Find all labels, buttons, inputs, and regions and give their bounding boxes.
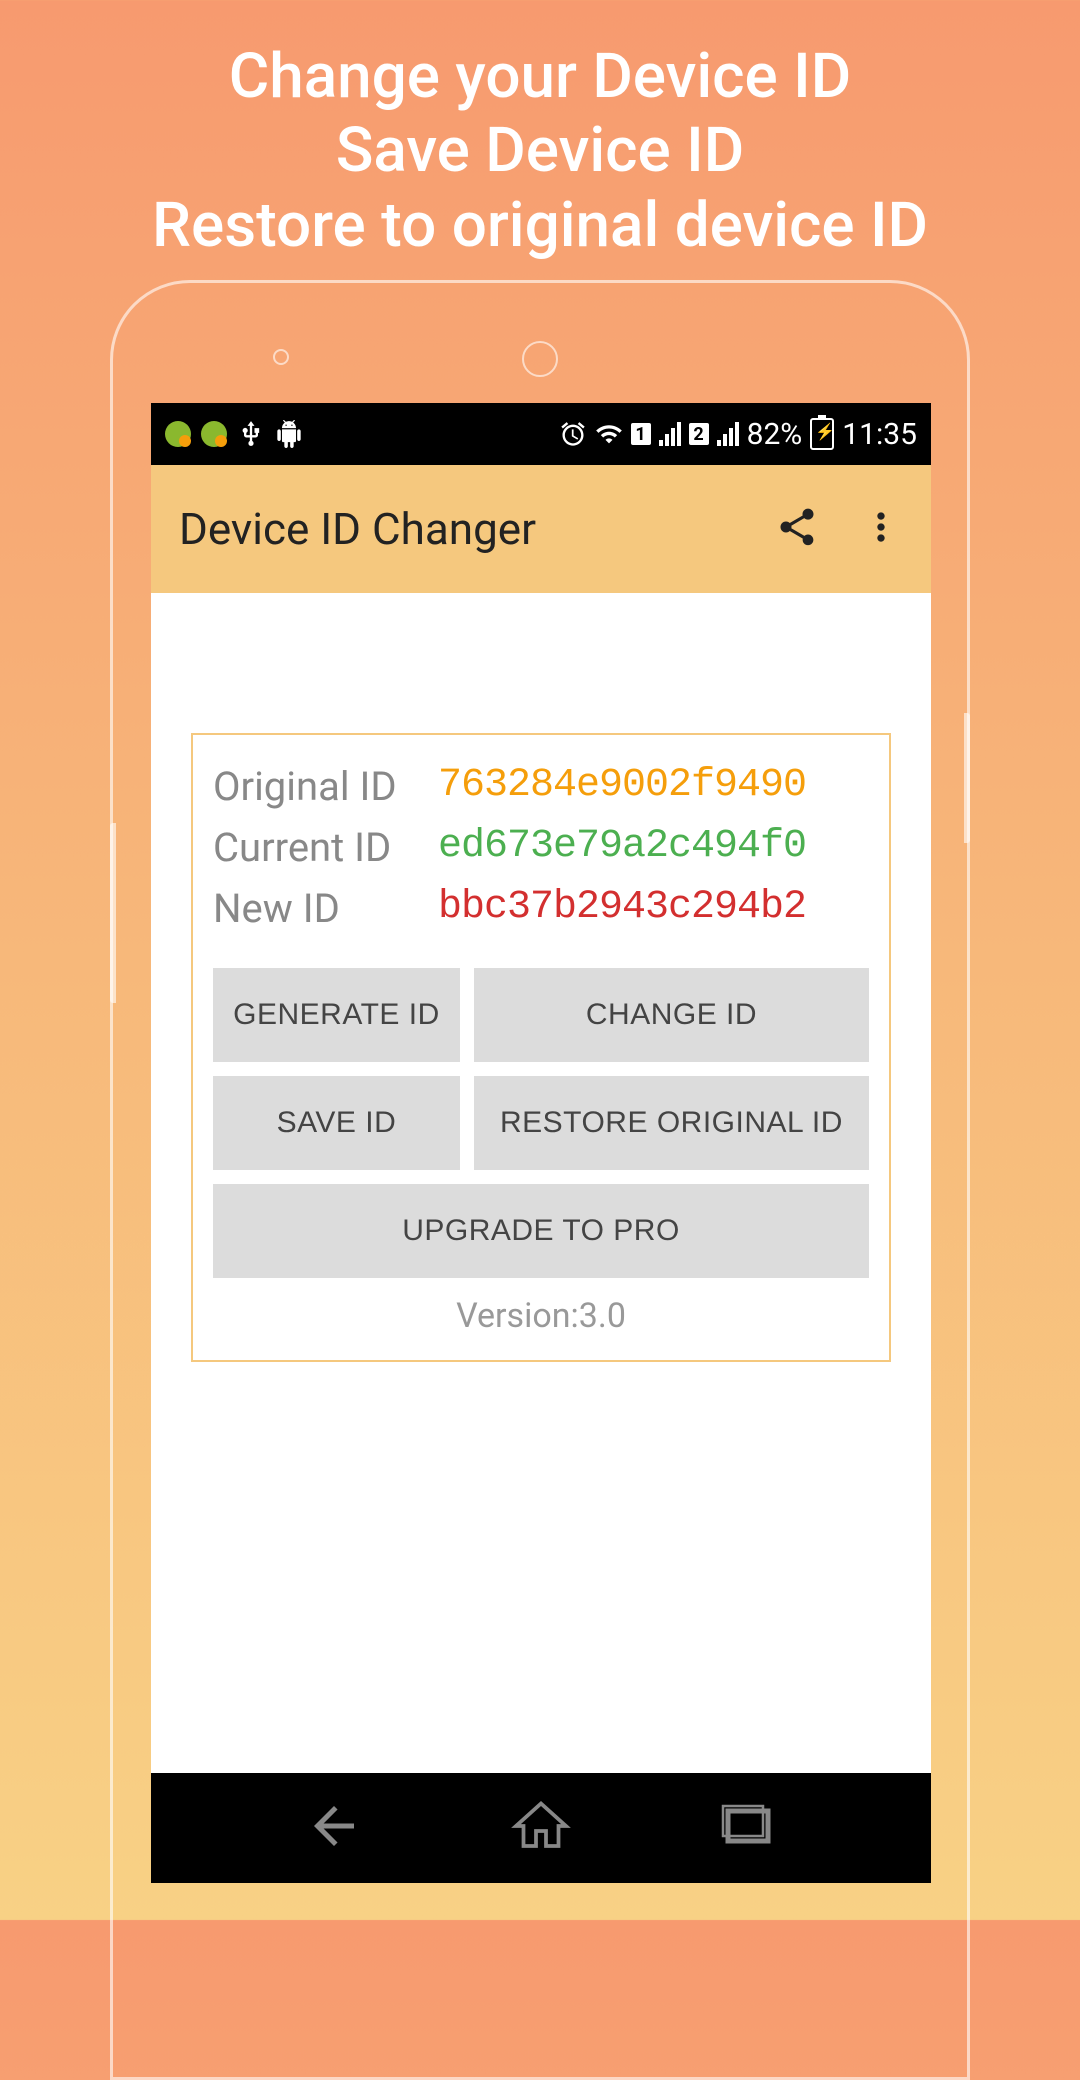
- back-icon[interactable]: [304, 1796, 364, 1860]
- promo-line-3: Restore to original device ID: [0, 189, 1080, 263]
- status-left: [165, 420, 303, 448]
- original-id-value: 763284e9002f9490: [438, 763, 806, 810]
- signal-1-icon: [659, 422, 681, 446]
- phone-sensor: [273, 349, 289, 365]
- phone-volume-button: [110, 823, 116, 1003]
- app-bar: Device ID Changer: [151, 465, 931, 593]
- new-id-row: New ID bbc37b2943c294b2: [213, 885, 869, 932]
- original-id-label: Original ID: [213, 763, 438, 810]
- current-id-row: Current ID ed673e79a2c494f0: [213, 824, 869, 871]
- button-grid: GENERATE ID CHANGE ID SAVE ID RESTORE OR…: [213, 968, 869, 1278]
- navigation-bar: [151, 1773, 931, 1883]
- content-area: Original ID 763284e9002f9490 Current ID …: [151, 593, 931, 1362]
- phone-speaker: [522, 341, 558, 377]
- current-id-label: Current ID: [213, 824, 438, 871]
- usb-icon: [237, 420, 265, 448]
- recent-apps-icon[interactable]: [718, 1796, 778, 1860]
- battery-percent: 82%: [747, 417, 803, 452]
- app-title: Device ID Changer: [179, 503, 536, 555]
- restore-id-button[interactable]: RESTORE ORIGINAL ID: [474, 1076, 869, 1170]
- change-id-button[interactable]: CHANGE ID: [474, 968, 869, 1062]
- save-id-button[interactable]: SAVE ID: [213, 1076, 460, 1170]
- home-icon[interactable]: [511, 1796, 571, 1860]
- clock-time: 11:35: [842, 417, 917, 452]
- upgrade-pro-button[interactable]: UPGRADE TO PRO: [213, 1184, 869, 1278]
- app-notification-icon-2: [201, 421, 227, 447]
- promo-line-2: Save Device ID: [0, 114, 1080, 188]
- phone-screen: 1 2 82% 11:35 Device ID Changer: [151, 403, 931, 1883]
- alarm-icon: [559, 420, 587, 448]
- original-id-row: Original ID 763284e9002f9490: [213, 763, 869, 810]
- share-icon[interactable]: [775, 505, 819, 553]
- app-notification-icon: [165, 421, 191, 447]
- phone-frame: 1 2 82% 11:35 Device ID Changer: [110, 280, 970, 2080]
- battery-icon: [810, 418, 834, 450]
- promo-line-1: Change your Device ID: [0, 40, 1080, 114]
- signal-2-icon: [717, 422, 739, 446]
- status-bar: 1 2 82% 11:35: [151, 403, 931, 465]
- app-bar-actions: [775, 505, 903, 553]
- id-card: Original ID 763284e9002f9490 Current ID …: [191, 733, 891, 1362]
- phone-power-button: [964, 713, 970, 843]
- generate-id-button[interactable]: GENERATE ID: [213, 968, 460, 1062]
- sim-1-badge: 1: [631, 423, 651, 445]
- promo-header: Change your Device ID Save Device ID Res…: [0, 0, 1080, 263]
- new-id-value: bbc37b2943c294b2: [438, 885, 806, 932]
- android-icon: [275, 420, 303, 448]
- status-right: 1 2 82% 11:35: [559, 417, 917, 452]
- current-id-value: ed673e79a2c494f0: [438, 824, 806, 871]
- version-text: Version:3.0: [213, 1296, 869, 1336]
- wifi-icon: [595, 420, 623, 448]
- menu-dots-icon[interactable]: [859, 505, 903, 553]
- sim-2-badge: 2: [689, 423, 709, 445]
- new-id-label: New ID: [213, 885, 438, 932]
